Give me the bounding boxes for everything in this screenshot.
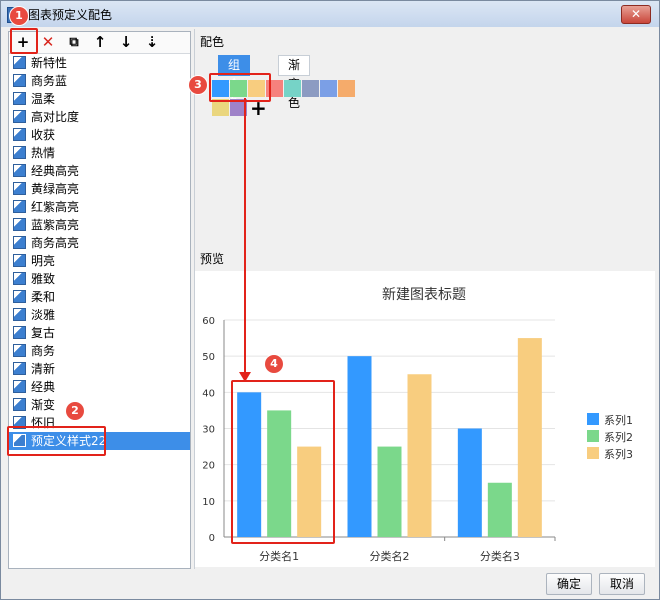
callout-arrow bbox=[239, 98, 251, 382]
